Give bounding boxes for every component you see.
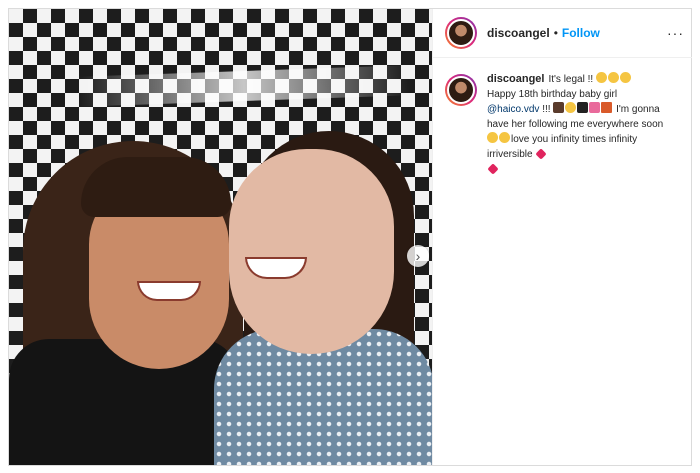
post-photo[interactable]: › bbox=[9, 9, 432, 465]
mention-link[interactable]: @haico.vdv bbox=[487, 104, 539, 115]
caption-avatar[interactable] bbox=[445, 74, 477, 106]
caption: discoangel It's legal !! Happy 18th birth… bbox=[433, 58, 692, 177]
right-person-face bbox=[229, 149, 394, 354]
gift-icon bbox=[601, 102, 613, 113]
grinning-face-icon bbox=[499, 132, 510, 143]
heart-icon bbox=[487, 163, 499, 175]
left-smile bbox=[137, 281, 201, 301]
instagram-embed: › discoangel • Follow ··· discoangel It's… bbox=[8, 8, 692, 466]
follow-button[interactable]: Follow bbox=[562, 26, 600, 40]
cake-icon bbox=[553, 102, 565, 113]
separator-dot: • bbox=[553, 26, 558, 40]
post-side-panel: discoangel • Follow ··· discoangel It's l… bbox=[432, 9, 692, 465]
header-username[interactable]: discoangel bbox=[487, 26, 550, 40]
laughing-face-icon bbox=[619, 72, 631, 83]
ceiling-light bbox=[78, 65, 410, 107]
heart-icon bbox=[535, 148, 548, 160]
party-hat-icon bbox=[577, 102, 589, 113]
caption-exclaim: !!! bbox=[542, 104, 551, 115]
left-person-bangs bbox=[81, 157, 231, 217]
caption-username[interactable]: discoangel bbox=[487, 73, 544, 85]
avatar[interactable] bbox=[445, 17, 477, 49]
laughing-face-icon bbox=[595, 72, 607, 83]
party-popper-icon bbox=[565, 102, 577, 113]
ribbon-icon bbox=[589, 102, 601, 113]
more-options-icon[interactable]: ··· bbox=[667, 25, 684, 41]
post-header: discoangel • Follow ··· bbox=[433, 9, 692, 58]
grinning-face-icon bbox=[487, 132, 498, 143]
carousel-next-button[interactable]: › bbox=[407, 245, 429, 267]
caption-text: discoangel It's legal !! Happy 18th birth… bbox=[487, 72, 667, 177]
caption-line-1: It's legal !! bbox=[548, 74, 594, 85]
caption-line-2: Happy 18th birthday baby girl bbox=[487, 89, 618, 100]
laughing-face-icon bbox=[607, 72, 619, 83]
